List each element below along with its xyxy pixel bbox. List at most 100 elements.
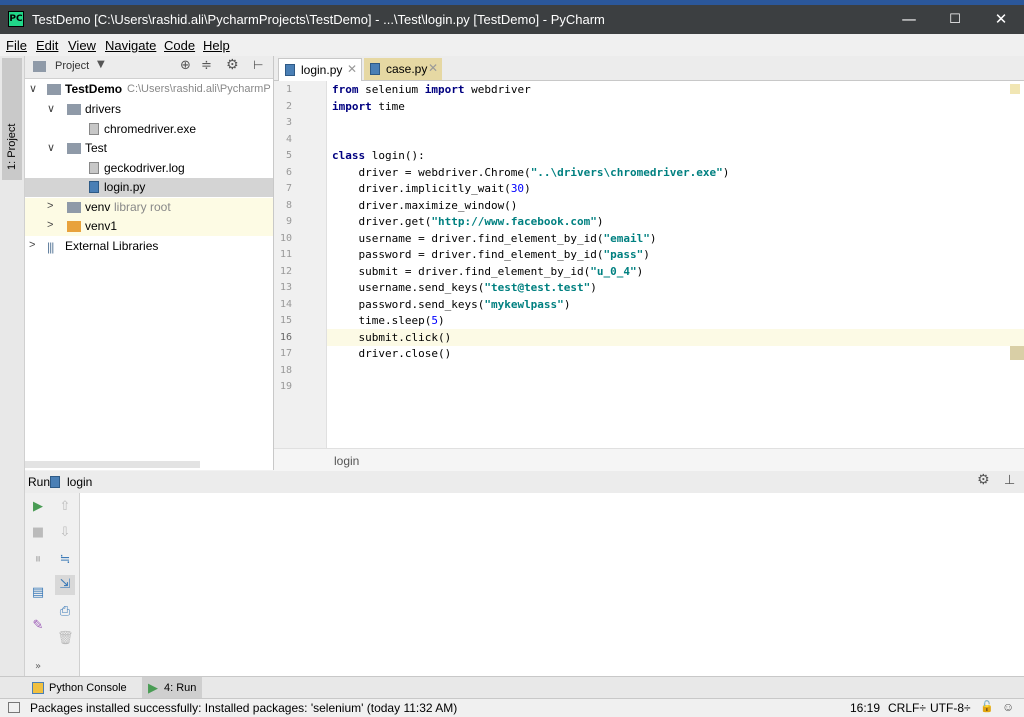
code-line: driver.get("http://www.facebook.com") bbox=[332, 215, 604, 228]
arrow-up-icon[interactable]: ⇧ bbox=[57, 499, 73, 515]
folder-icon bbox=[67, 143, 81, 154]
breadcrumb[interactable]: login bbox=[334, 454, 359, 468]
tab-run[interactable]: ▶ 4: Run bbox=[142, 677, 202, 699]
folder-icon bbox=[47, 84, 61, 95]
project-view-selector[interactable]: Project bbox=[55, 60, 89, 72]
code-line: from selenium import webdriver bbox=[332, 83, 531, 96]
file-encoding[interactable]: UTF-8÷ bbox=[930, 701, 971, 715]
tree-item-geckodriver-log[interactable]: geckodriver.log bbox=[25, 159, 273, 178]
maximize-button[interactable]: ☐ bbox=[932, 5, 978, 34]
tree-item-label: login.py bbox=[104, 180, 146, 194]
tab-label: 4: Run bbox=[164, 682, 197, 694]
menu-bar: File Edit View Navigate Code Help bbox=[0, 34, 1024, 56]
rerun-icon[interactable]: ▶ bbox=[30, 499, 46, 515]
run-config-name[interactable]: login bbox=[67, 475, 92, 489]
line-number: 3 bbox=[285, 117, 292, 128]
tree-item-label: Test bbox=[85, 141, 108, 155]
status-bar: Packages installed successfully: Install… bbox=[0, 698, 1024, 717]
tree-item-label: venv1 bbox=[85, 219, 118, 233]
tree-item-chromedriver[interactable]: chromedriver.exe bbox=[25, 120, 273, 139]
chevron-down-icon[interactable]: ∨ bbox=[29, 82, 37, 95]
line-separator[interactable]: CRLF÷ bbox=[888, 701, 926, 715]
caret-position[interactable]: 16:19 bbox=[850, 701, 880, 715]
status-message[interactable]: Packages installed successfully: Install… bbox=[30, 701, 457, 715]
pause-icon[interactable]: ⏸ bbox=[30, 552, 46, 568]
python-file-icon bbox=[370, 63, 380, 75]
restore-layout-icon[interactable]: ▤ bbox=[30, 585, 46, 601]
arrow-down-icon[interactable]: ⇩ bbox=[57, 525, 73, 541]
project-tool-tab[interactable]: 1: Project bbox=[2, 58, 22, 180]
tree-item-venv1[interactable]: > venv1 bbox=[25, 217, 273, 236]
tab-label: Python Console bbox=[49, 682, 127, 694]
chevron-right-icon[interactable]: > bbox=[47, 219, 53, 231]
lock-icon[interactable]: 🔓 bbox=[980, 700, 994, 713]
chevron-right-icon[interactable]: > bbox=[47, 200, 53, 212]
library-icon: ||| bbox=[47, 240, 54, 254]
menu-file[interactable]: File bbox=[6, 38, 27, 53]
run-panel-header: Run login ⚙ ⊥ bbox=[25, 471, 1024, 494]
tree-item-test[interactable]: ∨ Test bbox=[25, 139, 273, 158]
line-number: 4 bbox=[285, 133, 292, 145]
close-tab-icon[interactable]: ✕ bbox=[428, 61, 438, 75]
scroll-to-end-icon[interactable]: ⇲ bbox=[55, 575, 75, 595]
code-line: username.send_keys("test@test.test") bbox=[332, 281, 597, 294]
window-title: TestDemo [C:\Users\rashid.ali\PycharmPro… bbox=[32, 12, 605, 27]
trash-icon[interactable]: 🗑 bbox=[57, 631, 74, 647]
menu-view[interactable]: View bbox=[68, 38, 96, 53]
tab-case-py[interactable]: case.py ✕ bbox=[364, 58, 442, 80]
hide-panel-icon[interactable]: ⊢ bbox=[253, 58, 263, 72]
chevron-right-icon[interactable]: > bbox=[29, 239, 35, 251]
soft-wrap-icon[interactable]: ≒ bbox=[57, 552, 73, 568]
tree-item-label: drivers bbox=[85, 102, 122, 116]
menu-help[interactable]: Help bbox=[203, 38, 230, 53]
project-view-icon bbox=[33, 61, 46, 72]
inspector-icon[interactable]: ☺ bbox=[1002, 700, 1014, 714]
tree-item-path: C:\Users\rashid.ali\PycharmP bbox=[127, 83, 271, 95]
pin-icon[interactable]: ✎ bbox=[30, 618, 46, 634]
chevron-down-icon[interactable]: ∨ bbox=[47, 141, 55, 154]
code-line: import time bbox=[332, 99, 405, 113]
line-number: 17 bbox=[279, 348, 292, 359]
tree-item-testdemo[interactable]: ∨ TestDemo C:\Users\rashid.ali\PycharmP bbox=[25, 80, 273, 99]
more-icon[interactable]: » bbox=[30, 659, 46, 675]
menu-code[interactable]: Code bbox=[164, 38, 195, 53]
stop-icon[interactable]: ■ bbox=[30, 525, 46, 541]
tab-login-py[interactable]: login.py ✕ bbox=[278, 58, 362, 81]
pycharm-app-icon: PC bbox=[8, 11, 24, 27]
folder-icon bbox=[67, 221, 81, 232]
tree-item-label: geckodriver.log bbox=[104, 161, 185, 175]
project-tool-tab-label: 1: Project bbox=[6, 123, 18, 170]
tree-item-external-libraries[interactable]: > ||| External Libraries bbox=[25, 237, 273, 256]
title-bar: PC TestDemo [C:\Users\rashid.ali\Pycharm… bbox=[0, 5, 1024, 34]
close-button[interactable]: ✕ bbox=[978, 5, 1024, 34]
collapse-all-icon[interactable]: ≑ bbox=[201, 58, 212, 73]
code-line: class login(): bbox=[332, 149, 425, 162]
tab-python-console[interactable]: Python Console bbox=[26, 677, 136, 699]
tree-item-venv[interactable]: > venv library root bbox=[25, 198, 273, 217]
chevron-down-icon[interactable]: ∨ bbox=[47, 102, 55, 115]
folder-icon bbox=[67, 202, 81, 213]
tree-item-login-py[interactable]: login.py bbox=[25, 178, 273, 197]
close-tab-icon[interactable]: ✕ bbox=[347, 62, 357, 76]
code-editor[interactable]: from selenium import webdriver import tim… bbox=[327, 81, 1024, 448]
horizontal-scrollbar[interactable] bbox=[25, 461, 200, 468]
chevron-down-icon[interactable]: ▼ bbox=[97, 59, 105, 70]
project-panel: Project ▼ ⊕ ≑ ⚙ ⊢ ∨ TestDemo C:\Users\ra… bbox=[25, 56, 274, 470]
print-icon[interactable]: ⎙ bbox=[57, 604, 73, 620]
line-number: 2 bbox=[285, 100, 292, 112]
line-number: 8 bbox=[285, 199, 292, 211]
tree-item-drivers[interactable]: ∨ drivers bbox=[25, 100, 273, 119]
minimize-button[interactable]: — bbox=[886, 5, 932, 34]
menu-navigate[interactable]: Navigate bbox=[105, 38, 156, 53]
python-file-icon bbox=[89, 181, 99, 193]
menu-edit[interactable]: Edit bbox=[36, 38, 58, 53]
target-icon[interactable]: ⊕ bbox=[180, 58, 191, 73]
gear-icon[interactable]: ⚙ bbox=[977, 472, 990, 488]
toggle-tool-windows-icon[interactable] bbox=[8, 702, 20, 713]
run-console-output[interactable] bbox=[80, 493, 1024, 676]
gear-icon[interactable]: ⚙ bbox=[226, 57, 239, 73]
code-line: submit.click() bbox=[332, 330, 452, 344]
inspection-status-icon[interactable] bbox=[1010, 84, 1020, 94]
scrollbar-thumb[interactable] bbox=[1010, 346, 1024, 360]
hide-panel-icon[interactable]: ⊥ bbox=[1004, 473, 1015, 488]
